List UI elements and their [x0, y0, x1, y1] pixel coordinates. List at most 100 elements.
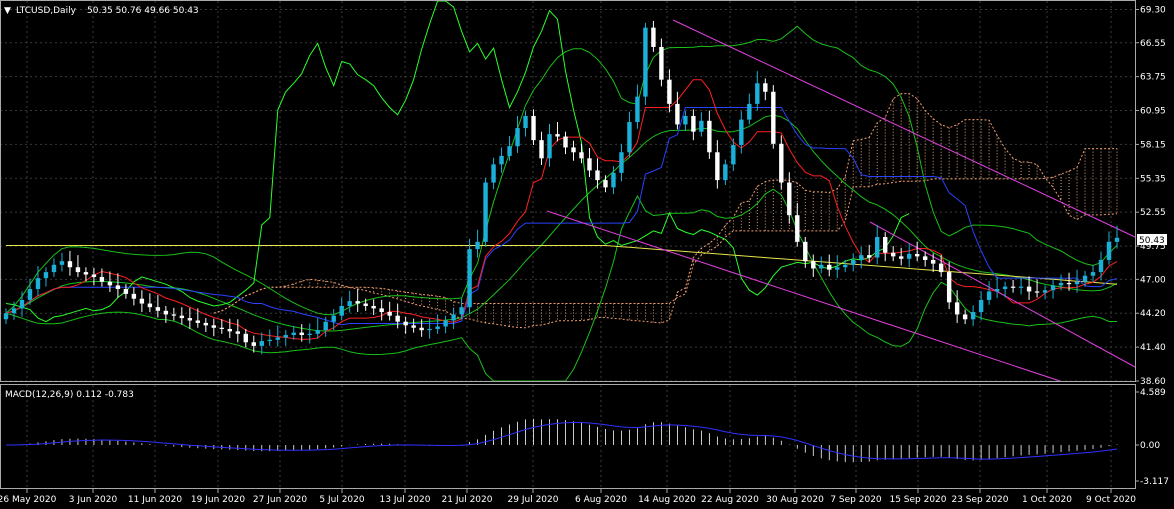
- candle-bear: [914, 253, 920, 257]
- candle-bull: [851, 259, 856, 265]
- candle-bull: [978, 299, 984, 313]
- candle-bear: [563, 136, 568, 148]
- candle-bull: [483, 182, 488, 242]
- date-tick-label: 21 Jul 2020: [442, 495, 493, 505]
- candle-bull: [906, 253, 912, 259]
- symbol-label: LTCUSD,Daily: [16, 6, 77, 16]
- candle-bull: [1106, 241, 1112, 260]
- candle-bear: [299, 332, 304, 336]
- candle-bear: [139, 298, 145, 304]
- candle-bull: [283, 335, 288, 338]
- candle-bear: [115, 285, 121, 290]
- candle-bull: [443, 320, 448, 327]
- candle-bull: [970, 312, 976, 320]
- candle-bull: [467, 249, 472, 308]
- candle-bull: [1090, 272, 1096, 276]
- candle-bull: [875, 236, 880, 258]
- candle-bear: [219, 327, 225, 329]
- candle-bear: [91, 274, 97, 277]
- price-tick-label: 60.95: [1140, 107, 1166, 117]
- candle-bear: [83, 272, 89, 275]
- candle-bull: [1114, 237, 1120, 242]
- date-tick-label: 7 Sep 2020: [830, 495, 882, 505]
- candle-bear: [411, 325, 416, 328]
- candle-bull: [1042, 290, 1048, 293]
- candle-bear: [67, 261, 73, 268]
- candle-bull: [43, 272, 49, 279]
- candle-bear: [355, 301, 360, 304]
- last-price-tag: 50.43: [1139, 236, 1165, 246]
- candle-bear: [691, 115, 696, 132]
- date-tick-label: 27 Jun 2020: [253, 495, 307, 505]
- candle-bull: [435, 326, 440, 329]
- candle-bull: [315, 330, 320, 334]
- candle-bull: [619, 152, 624, 173]
- candle-bull: [427, 328, 432, 331]
- candle-bear: [195, 320, 201, 323]
- date-tick-label: 13 Jul 2020: [380, 495, 431, 505]
- candle-bull: [499, 155, 504, 165]
- candle-bear: [123, 289, 129, 294]
- candle-bull: [819, 264, 824, 269]
- candle-bear: [243, 333, 248, 343]
- candle-bull: [507, 146, 512, 156]
- ltcusd-chart: 69.3066.5563.7560.9558.1555.3552.5549.75…: [0, 0, 1174, 509]
- candle-bull: [339, 305, 344, 316]
- macd-tick-label: -3.117: [1140, 477, 1169, 487]
- macd-tick-label: 4.589: [1140, 388, 1166, 398]
- candle-bear: [379, 308, 384, 313]
- date-tick-label: 14 Aug 2020: [638, 495, 696, 505]
- candle-bull: [843, 264, 848, 268]
- date-tick-label: 5 Jul 2020: [319, 495, 364, 505]
- date-tick-label: 11 Jun 2020: [128, 495, 182, 505]
- menu-triangle-icon[interactable]: ▼: [4, 6, 11, 16]
- candle-bear: [403, 321, 408, 326]
- candle-bear: [419, 327, 424, 331]
- candle-bear: [99, 276, 105, 282]
- candle-bull: [643, 27, 648, 97]
- date-tick-label: 9 Oct 2020: [1086, 495, 1136, 505]
- candle-bull: [1074, 281, 1080, 285]
- candle-bear: [211, 325, 217, 328]
- candle-bull: [259, 341, 264, 346]
- macd-tick-label: 0.00: [1140, 441, 1160, 451]
- date-tick-label: 3 Jun 2020: [69, 495, 118, 505]
- candle-bear: [827, 264, 832, 270]
- candle-bull: [699, 120, 704, 132]
- candle-bear: [803, 241, 808, 262]
- date-tick-label: 1 Oct 2020: [1022, 495, 1072, 505]
- candle-bull: [451, 314, 456, 321]
- candle-bear: [595, 170, 600, 181]
- candle-bear: [251, 342, 256, 346]
- candle-bull: [1018, 286, 1024, 288]
- candle-bear: [147, 303, 153, 308]
- candle-bear: [675, 103, 680, 125]
- candle-bull: [27, 289, 33, 300]
- price-tick-label: 41.40: [1140, 343, 1166, 353]
- candle-bear: [163, 310, 169, 315]
- candle-bear: [667, 79, 672, 104]
- candle-bear: [659, 46, 664, 80]
- candle-bull: [267, 339, 272, 342]
- price-tick-label: 66.55: [1140, 39, 1166, 49]
- candle-bull: [275, 337, 280, 340]
- candle-bull: [3, 313, 9, 320]
- candle-bear: [371, 305, 376, 309]
- candle-bear: [707, 120, 712, 153]
- candle-bear: [179, 315, 185, 319]
- candle-bear: [571, 147, 576, 153]
- candle-bull: [1082, 275, 1088, 282]
- price-tick-label: 38.60: [1140, 377, 1166, 387]
- date-tick-label: 6 Aug 2020: [575, 495, 627, 505]
- candle-bear: [187, 318, 193, 321]
- candle-bear: [107, 281, 113, 286]
- candle-bear: [715, 152, 720, 181]
- price-tick-label: 52.55: [1140, 208, 1166, 218]
- candle-bull: [635, 96, 640, 123]
- candle-bull: [986, 291, 992, 300]
- candle-bull: [547, 134, 552, 159]
- candle-bear: [954, 302, 960, 315]
- candle-bear: [787, 182, 792, 216]
- candle-bear: [962, 314, 968, 320]
- candle-bull: [51, 264, 57, 273]
